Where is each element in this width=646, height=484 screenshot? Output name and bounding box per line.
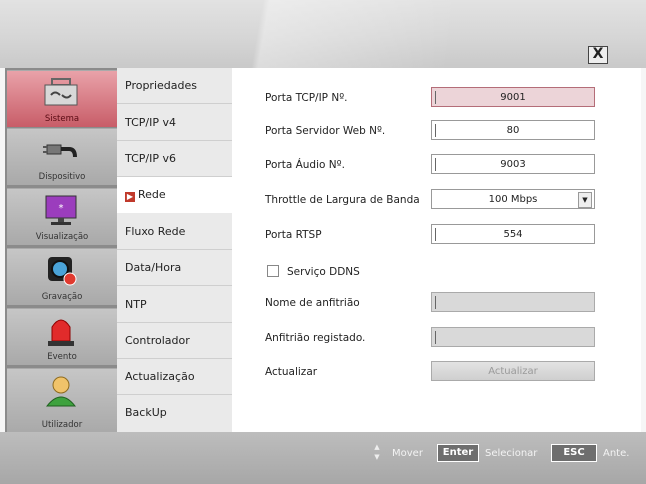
- web-port-input[interactable]: 80: [431, 120, 595, 140]
- selected-arrow-icon: ▶: [125, 192, 135, 202]
- submenu-label: Actualização: [125, 370, 195, 383]
- submenu-item-backup[interactable]: BackUp: [117, 395, 232, 431]
- web-port-label: Porta Servidor Web Nº.: [265, 125, 386, 137]
- hostname-label: Nome de anfitrião: [265, 297, 360, 309]
- bandwidth-label: Throttle de Largura de Banda: [265, 194, 420, 206]
- registered-host-input[interactable]: [431, 327, 595, 347]
- nav-item-visualizacao[interactable]: * Visualização: [7, 188, 117, 245]
- alarm-light-icon: [48, 319, 74, 346]
- audio-port-label: Porta Áudio Nº.: [265, 159, 345, 171]
- status-bar: ▲ ▼ Mover Enter Selecionar ESC Ante.: [0, 432, 646, 484]
- submenu-item-fluxo-rede[interactable]: Fluxo Rede: [117, 214, 232, 250]
- registered-host-label: Anfitrião registado.: [265, 332, 366, 344]
- toolbox-icon: [44, 78, 78, 106]
- submenu-label: TCP/IP v4: [125, 116, 176, 129]
- submenu-item-rede[interactable]: ▶ Rede: [117, 177, 232, 213]
- nav-label: Dispositivo: [38, 172, 86, 182]
- camera-icon: [48, 257, 77, 286]
- update-label: Actualizar: [265, 366, 318, 378]
- move-hint: Mover: [392, 448, 423, 459]
- back-hint: Ante.: [603, 448, 630, 459]
- nav-item-utilizador[interactable]: Utilizador: [7, 368, 117, 433]
- nav-label: Gravação: [41, 292, 83, 302]
- monitor-icon: *: [45, 195, 77, 225]
- submenu-label: Rede: [138, 188, 166, 201]
- svg-text:*: *: [59, 203, 64, 214]
- submenu-label: TCP/IP v6: [125, 152, 176, 165]
- tcp-port-input[interactable]: 9001: [431, 87, 595, 107]
- select-hint: Selecionar: [485, 448, 538, 459]
- bandwidth-select[interactable]: 100 Mbps ▼: [431, 189, 595, 209]
- submenu-label: NTP: [125, 298, 147, 311]
- up-down-arrows-icon: ▲ ▼: [374, 443, 380, 461]
- nav-label: Sistema: [44, 114, 80, 124]
- submenu-item-actualizacao[interactable]: Actualização: [117, 359, 232, 395]
- ddns-row: Serviço DDNS: [265, 261, 465, 283]
- nav-item-dispositivo[interactable]: Dispositivo: [7, 128, 117, 185]
- nav-item-gravacao[interactable]: Gravação: [7, 248, 117, 305]
- nav-label: Visualização: [35, 232, 89, 242]
- rtsp-port-input[interactable]: 554: [431, 224, 595, 244]
- hostname-input[interactable]: [431, 292, 595, 312]
- update-button[interactable]: Actualizar: [431, 361, 595, 381]
- nav-label: Evento: [47, 352, 77, 362]
- submenu-label: Controlador: [125, 334, 190, 347]
- submenu-item-ntp[interactable]: NTP: [117, 287, 232, 323]
- user-icon: [45, 376, 77, 407]
- bandwidth-value: 100 Mbps: [488, 194, 538, 205]
- submenu-label: Fluxo Rede: [125, 225, 186, 238]
- submenu-item-controlador[interactable]: Controlador: [117, 323, 232, 359]
- audio-port-input[interactable]: 9003: [431, 154, 595, 174]
- esc-key-badge: ESC: [551, 444, 597, 462]
- ddns-label: Serviço DDNS: [287, 266, 360, 278]
- submenu-item-data-hora[interactable]: Data/Hora: [117, 250, 232, 286]
- submenu-label: Data/Hora: [125, 261, 182, 274]
- submenu-item-tcpip-v4[interactable]: TCP/IP v4: [117, 105, 232, 141]
- nav-item-evento[interactable]: Evento: [7, 308, 117, 365]
- main-nav: Sistema Dispositivo * Visualização Grava…: [5, 68, 117, 434]
- nav-item-sistema[interactable]: Sistema: [7, 70, 117, 127]
- submenu-label: BackUp: [125, 406, 167, 419]
- enter-key-badge: Enter: [437, 444, 479, 462]
- chevron-down-icon[interactable]: ▼: [578, 192, 592, 208]
- tcp-port-label: Porta TCP/IP Nº.: [265, 92, 348, 104]
- nav-label: Utilizador: [41, 420, 83, 430]
- submenu-item-tcpip-v6[interactable]: TCP/IP v6: [117, 141, 232, 177]
- title-bar: [0, 0, 646, 68]
- settings-window: X Sistema Dispositivo * Visualização Gra…: [0, 0, 646, 484]
- ddns-checkbox[interactable]: [267, 265, 279, 277]
- close-button[interactable]: X: [588, 46, 608, 64]
- submenu: Propriedades TCP/IP v4 TCP/IP v6 ▶ Rede F…: [117, 68, 232, 432]
- rtsp-port-label: Porta RTSP: [265, 229, 322, 241]
- cable-icon: [43, 144, 77, 158]
- network-settings-panel: Porta TCP/IP Nº. 9001 Porta Servidor Web…: [232, 68, 641, 432]
- submenu-item-propriedades[interactable]: Propriedades: [117, 68, 232, 104]
- submenu-label: Propriedades: [125, 79, 197, 92]
